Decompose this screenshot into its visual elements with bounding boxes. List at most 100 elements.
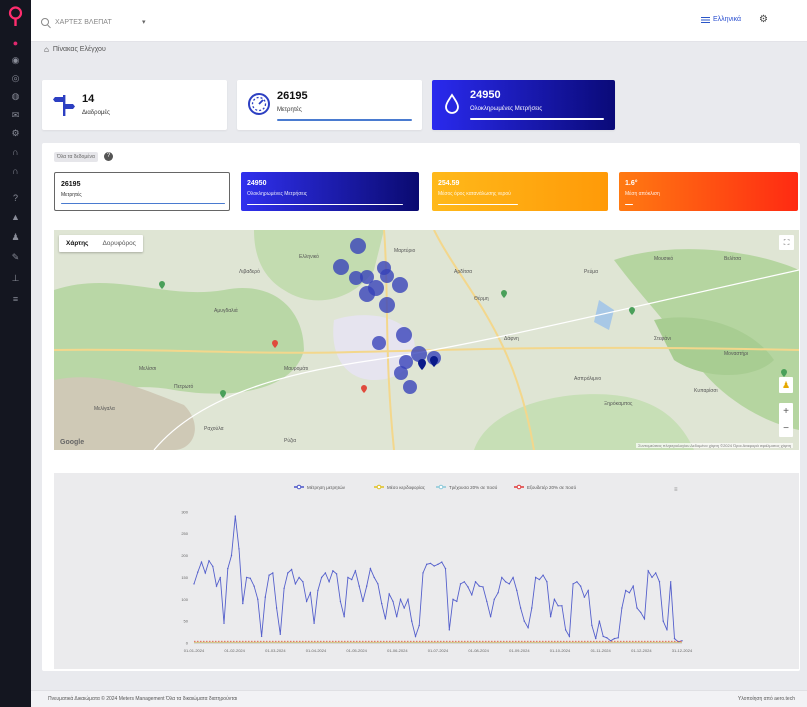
legend-label: Εξουδετέρ 20% σε ποσό	[527, 484, 577, 490]
reports-icon[interactable]: ✎	[10, 252, 21, 263]
data-point	[579, 585, 582, 587]
data-point	[275, 607, 278, 609]
data-point	[527, 627, 529, 629]
metric-card-readings[interactable]: 24950 Ολοκληρωμένες Μετρήσεις	[241, 172, 419, 211]
settings-icon[interactable]: ⚙	[10, 128, 21, 139]
home-icon[interactable]: ⌂	[44, 45, 49, 54]
data-point	[234, 515, 236, 517]
data-point	[384, 618, 387, 620]
data-point	[546, 581, 548, 583]
street-view-icon[interactable]: ♟	[779, 377, 793, 393]
metric-card-meters[interactable]: 26195 Μετρητές	[54, 172, 230, 211]
tab-map[interactable]: Χάρτης	[59, 235, 95, 252]
app-logo-icon[interactable]	[8, 6, 23, 28]
chevron-down-icon[interactable]: ▾	[142, 18, 146, 26]
x-tick-label: 01-07-2024	[428, 648, 449, 653]
dashboard-icon[interactable]: ●	[10, 38, 21, 49]
data-point	[666, 629, 668, 631]
data-point	[377, 583, 379, 585]
data-point	[452, 598, 454, 600]
readings-icon[interactable]: ◍	[10, 91, 21, 102]
place-label: Ραχούλα	[204, 425, 224, 432]
meters-icon[interactable]: ◉	[10, 55, 21, 66]
data-point	[302, 581, 304, 583]
logout-icon[interactable]: ≡	[10, 294, 21, 305]
filter-select[interactable]: Όλα τα δεδομένα	[54, 152, 98, 162]
data-point	[332, 570, 334, 572]
help-icon[interactable]: ?	[10, 193, 21, 204]
metric-readings-bar	[247, 203, 403, 205]
map-attribution[interactable]: Συντομεύσεις πληκτρολογίου Δεδομένα χάρτ…	[636, 443, 793, 448]
data-point	[411, 620, 413, 622]
data-point	[651, 576, 653, 579]
data-point	[230, 554, 233, 557]
zoom-out-button[interactable]: −	[779, 420, 793, 437]
search-input[interactable]: ΧΑΡΤΕΣ ΒΛΕΠΑΤ	[55, 19, 112, 26]
data-point	[399, 598, 402, 600]
data-point	[238, 548, 240, 550]
y-tick-label: 0	[186, 641, 189, 646]
stat-card-routes[interactable]: 14 Διαδρομές	[42, 80, 227, 130]
data-point	[478, 585, 480, 587]
data-point	[474, 581, 477, 583]
data-point	[245, 576, 248, 579]
data-point	[504, 581, 507, 583]
breadcrumb-label[interactable]: Πίνακας Ελέγχου	[53, 46, 106, 53]
flag-icon	[701, 16, 710, 23]
sidebar: ● ◉ ◎ ◍ ✉ ⚙ ∩ ∩ ? ▲ ♟ ✎ ⊥ ≡	[0, 0, 31, 707]
statistics-icon[interactable]: ⊥	[10, 273, 21, 284]
data-point	[354, 570, 357, 572]
data-point	[621, 607, 623, 609]
data-point	[613, 637, 616, 640]
data-point	[516, 589, 518, 592]
help-circle-icon[interactable]: ?	[104, 152, 113, 161]
language-selector[interactable]: Ελληνικά	[701, 16, 741, 23]
company-icon[interactable]: ▲	[10, 212, 21, 223]
map-canvas[interactable]: Ελληνικό Μαρτύριο Λιβαδερό Αρδίτσα Ρεύμα…	[54, 230, 799, 450]
footer: Πνευματικά Δικαιώματα © 2024 Meters Mana…	[31, 690, 807, 707]
map-icon[interactable]: ✉	[10, 110, 21, 121]
fullscreen-icon[interactable]: ⛶	[779, 235, 794, 250]
meters-map[interactable]: Ελληνικό Μαρτύριο Λιβαδερό Αρδίτσα Ρεύμα…	[54, 230, 799, 450]
signpost-icon	[53, 95, 75, 116]
data-point	[572, 583, 574, 585]
data-point	[673, 637, 676, 640]
users-icon[interactable]: ♟	[10, 232, 21, 243]
stat-card-meters[interactable]: 26195 Μετρητές	[237, 80, 422, 130]
alerts-icon[interactable]: ∩	[10, 147, 21, 158]
place-label: Κυπαρίσσι	[694, 388, 718, 394]
metric-card-deviation[interactable]: 1.6° Μέση απόκλιση	[619, 172, 798, 211]
data-point	[429, 562, 432, 565]
data-point	[309, 592, 312, 594]
place-label: Ρύζια	[284, 437, 296, 444]
legend-marker	[376, 484, 382, 490]
notifications-icon[interactable]: ∩	[10, 166, 21, 177]
data-point	[591, 624, 593, 627]
stat-card-readings[interactable]: 24950 Ολοκληρωμένες Μετρήσεις	[432, 80, 615, 130]
place-label: Βελίτσα	[724, 256, 741, 262]
data-point	[531, 607, 533, 609]
routes-icon[interactable]: ◎	[10, 73, 21, 84]
metric-readings-label: Ολοκληρωμένες Μετρήσεις	[247, 191, 308, 197]
footer-credit[interactable]: Υλοποίηση από aero.tech	[738, 696, 795, 702]
x-tick-label: 01-09-2024	[509, 648, 530, 653]
data-point	[617, 637, 619, 639]
data-point	[508, 583, 510, 585]
user-settings-icon[interactable]: ⚙	[759, 14, 768, 25]
data-point	[227, 567, 229, 570]
series-line-meter-readings	[193, 516, 683, 643]
data-point	[366, 585, 368, 587]
data-point	[448, 629, 450, 631]
place-label: Μοναστήρι	[724, 350, 748, 357]
data-point	[287, 572, 289, 574]
metric-card-avg-consumption[interactable]: 254.59 Μέσος όρος κατανάλωσης νερού	[432, 172, 608, 211]
readings-value: 24950	[470, 89, 501, 101]
data-point	[576, 581, 578, 583]
zoom-in-button[interactable]: +	[779, 403, 793, 420]
metric-deviation-bar	[625, 203, 633, 205]
tab-satellite[interactable]: Δορυφόρος	[95, 235, 142, 252]
data-point	[298, 576, 300, 579]
data-point	[264, 596, 266, 598]
zoom-control: + −	[779, 403, 793, 437]
data-point	[557, 605, 559, 607]
